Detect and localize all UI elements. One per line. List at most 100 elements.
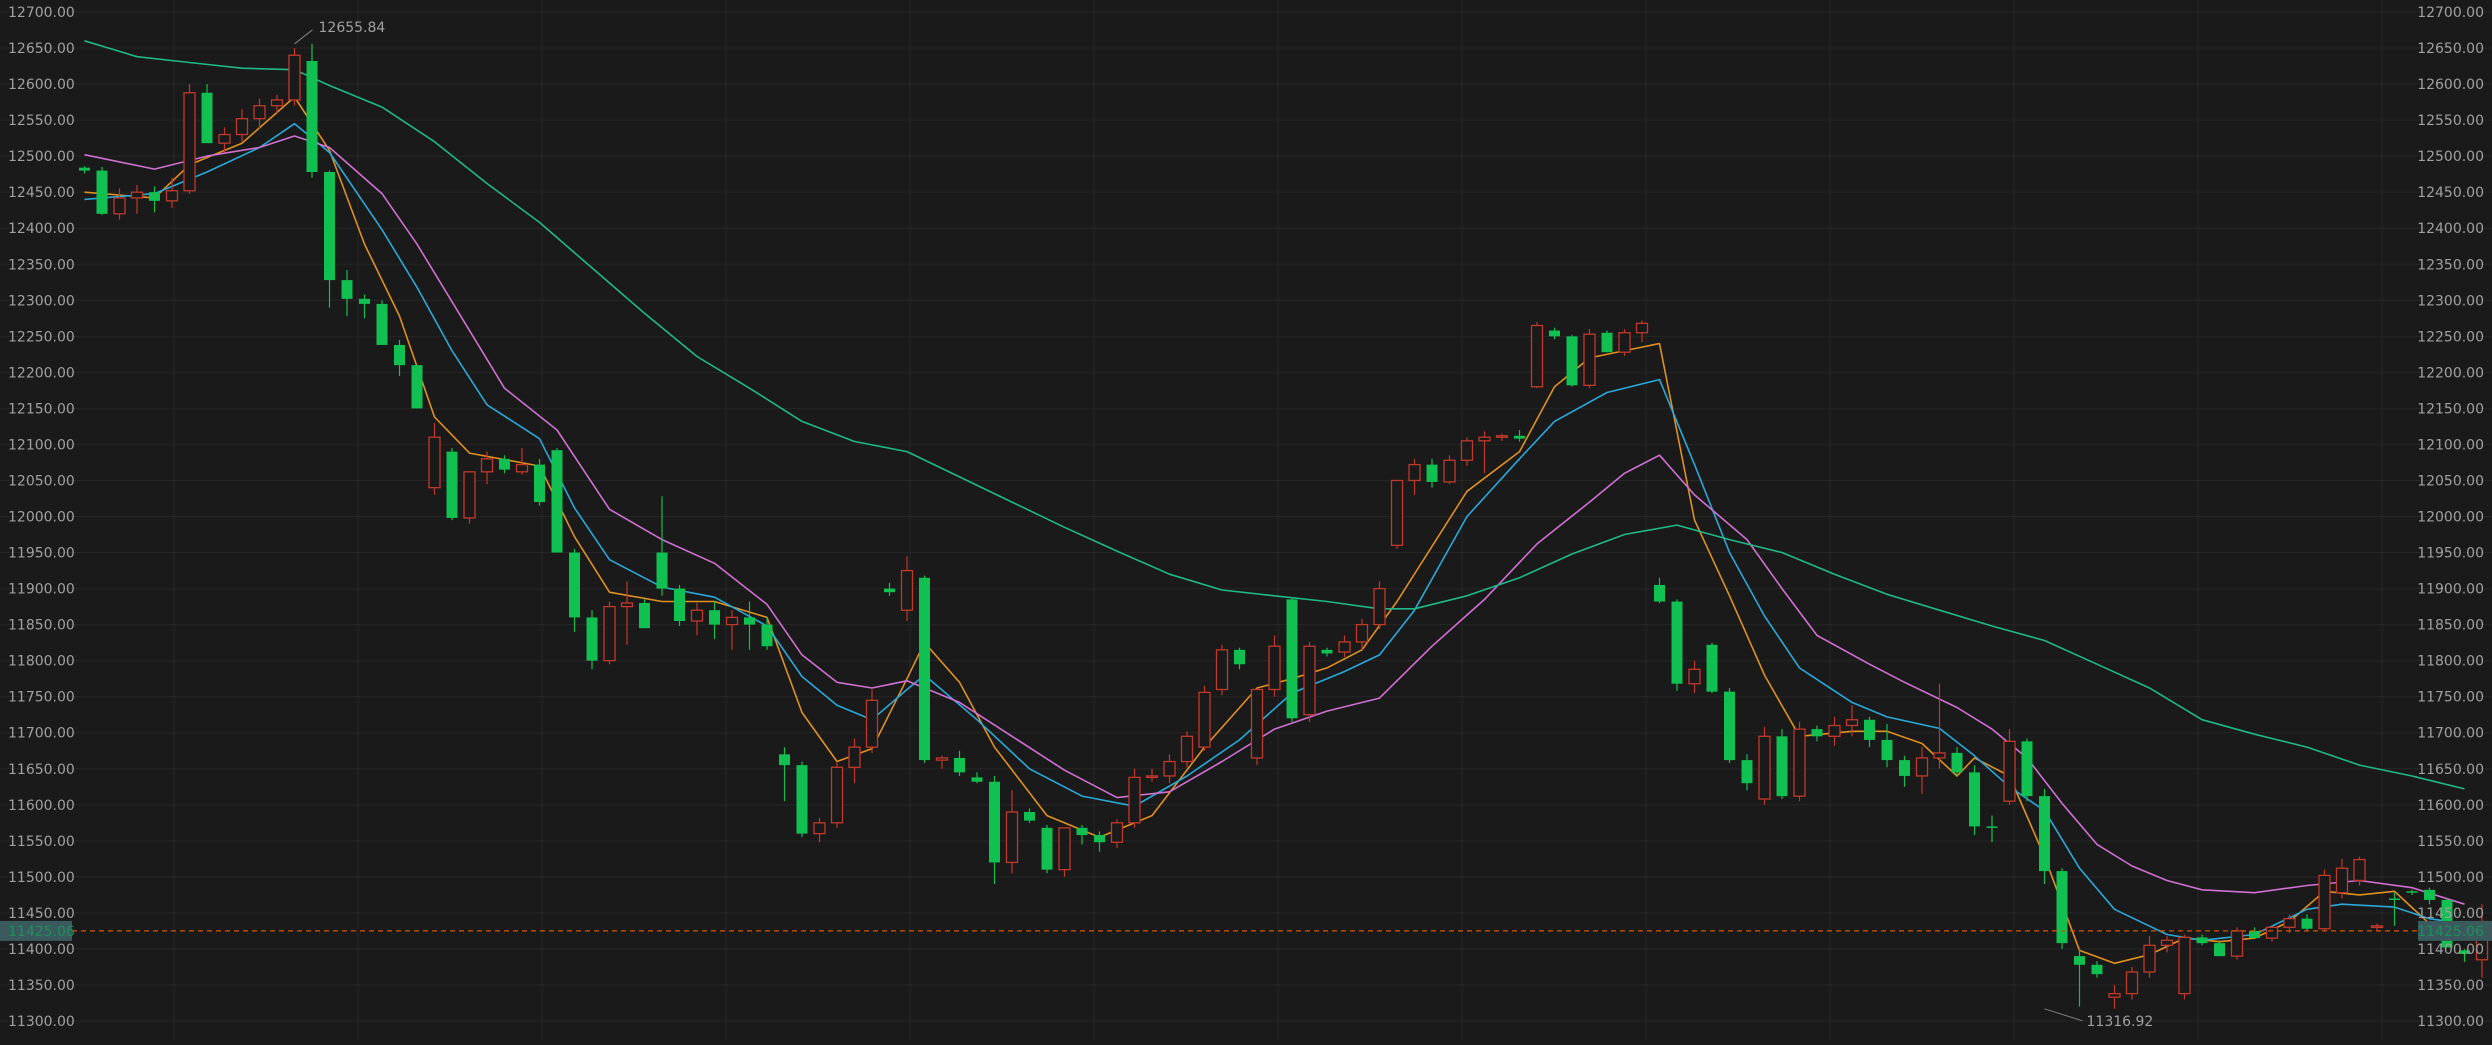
candle-down	[96, 166, 108, 216]
y-tick-label-right: 12050.00	[2417, 473, 2484, 489]
candle-up	[288, 48, 301, 106]
candle-body	[1899, 760, 1910, 776]
candle-body	[2125, 971, 2139, 995]
candle-body	[201, 92, 213, 144]
y-tick-label-right: 11750.00	[2417, 690, 2484, 706]
candle-down	[79, 166, 90, 174]
y-tick-label-left: 12700.00	[8, 5, 75, 21]
candle-body	[1128, 776, 1141, 824]
candle-down	[1426, 458, 1438, 488]
candle-up	[2318, 869, 2331, 931]
candle-down	[341, 270, 353, 317]
candle-up	[2335, 858, 2349, 899]
candle-body	[96, 170, 108, 214]
y-tick-label-left: 12100.00	[8, 437, 75, 453]
y-tick-label-right: 11700.00	[2417, 726, 2484, 742]
candle-up	[620, 581, 634, 645]
candle-body	[1986, 826, 1998, 828]
y-tick-label-left: 11700.00	[8, 726, 75, 742]
candle-down	[709, 601, 720, 640]
y-tick-label-left: 12350.00	[8, 257, 75, 273]
candle-body	[725, 616, 739, 626]
candle-down	[1899, 755, 1910, 787]
candle-down	[1969, 765, 1980, 836]
candle-body	[935, 757, 949, 761]
candle-body	[1355, 623, 1369, 643]
candle-body	[1495, 435, 1509, 438]
candle-body	[1601, 332, 1613, 353]
candle-body	[2056, 871, 2068, 944]
candle-up	[1618, 329, 1631, 356]
candle-up	[2178, 934, 2191, 1000]
candle-body	[1951, 752, 1963, 773]
candle-up	[2230, 927, 2244, 960]
candle-body	[394, 344, 405, 366]
candle-body	[761, 624, 773, 647]
y-tick-label-right: 12550.00	[2417, 113, 2484, 129]
candle-up	[165, 177, 179, 209]
candle-down	[534, 458, 545, 506]
chart-canvas[interactable]: 11425.06 11425.06 12655.84 11316.92 11300.0…	[0, 0, 2492, 1040]
candle-body	[253, 105, 266, 120]
candle-down	[989, 775, 1000, 885]
candle-body	[690, 609, 704, 622]
y-tick-label-left: 12050.00	[8, 473, 75, 489]
candle-body	[218, 133, 231, 144]
candle-up	[1110, 819, 1124, 849]
right-price-axis: 11300.00 11350.00 11400.00 11450.00 11500.00…	[2417, 5, 2484, 1030]
candle-down	[2214, 940, 2225, 957]
candle-up	[900, 556, 914, 622]
candle-up	[1373, 581, 1386, 629]
candle-body	[480, 458, 494, 473]
y-tick-label-left: 11300.00	[8, 1014, 75, 1030]
candle-body	[306, 61, 318, 172]
y-tick-label-right: 11300.00	[2417, 1014, 2484, 1030]
candle-body	[2283, 918, 2296, 928]
y-tick-label-right: 11900.00	[2417, 582, 2484, 598]
y-tick-label-left: 11600.00	[8, 798, 75, 814]
candle-body	[709, 610, 720, 625]
candle-body	[2091, 964, 2103, 975]
candle-body	[2335, 867, 2349, 894]
candle-body	[1024, 811, 1035, 821]
candle-body	[1163, 760, 1176, 777]
candle-down	[971, 772, 983, 784]
candle-up	[1915, 747, 1929, 794]
candle-down	[411, 365, 423, 409]
candle-down	[2074, 948, 2085, 1007]
candle-down	[376, 300, 388, 345]
candle-body	[534, 464, 545, 503]
y-tick-label-right: 11650.00	[2417, 762, 2484, 778]
y-tick-label-right: 12500.00	[2417, 149, 2484, 165]
candle-down	[2056, 868, 2068, 949]
candle-body	[2301, 918, 2313, 929]
candle-up	[935, 755, 949, 769]
candle-body	[971, 777, 983, 782]
candlestick-chart[interactable]: 11425.06 11425.06 12655.84 11316.92 11300.0…	[0, 0, 2492, 1040]
candle-down	[1076, 824, 1088, 845]
candle-down	[1951, 747, 1963, 776]
y-tick-label-left: 11500.00	[8, 870, 75, 886]
candle-body	[2039, 796, 2050, 872]
y-tick-label-right: 11550.00	[2417, 834, 2484, 850]
moving-average-line-3	[84, 135, 2465, 905]
candle-body	[288, 54, 301, 101]
candle-body	[411, 365, 423, 409]
candle-body	[1724, 691, 1735, 761]
candle-up	[1478, 431, 1491, 474]
y-tick-label-left: 12400.00	[8, 221, 75, 237]
y-tick-label-right: 11500.00	[2417, 870, 2484, 886]
y-tick-label-left: 12500.00	[8, 149, 75, 165]
candle-down	[1671, 599, 1683, 691]
candle-up	[1390, 479, 1404, 549]
y-tick-label-right: 12200.00	[2417, 365, 2484, 381]
candle-body	[1881, 739, 1893, 761]
candle-up	[1408, 458, 1421, 495]
y-tick-label-right: 12000.00	[2417, 510, 2484, 526]
candle-up	[1460, 437, 1474, 467]
candle-down	[1864, 716, 1875, 748]
y-tick-label-left: 11900.00	[8, 582, 75, 598]
y-tick-label-right: 12350.00	[2417, 257, 2484, 273]
candle-body	[1321, 649, 1333, 654]
candle-body	[1706, 644, 1718, 692]
